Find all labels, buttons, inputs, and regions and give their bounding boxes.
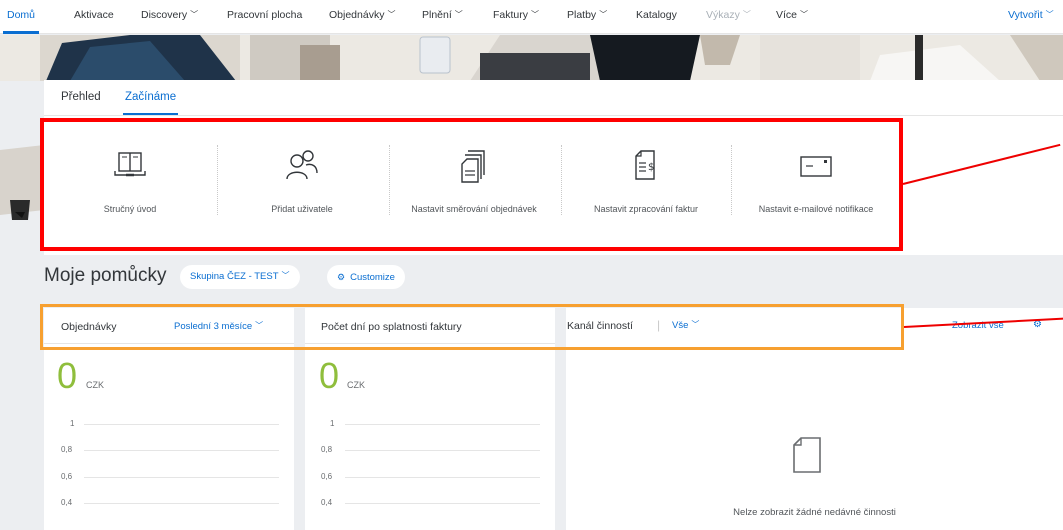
nav-item-more[interactable]: Více ﹀ bbox=[776, 0, 808, 34]
my-tools-title: Moje pomůcky bbox=[44, 265, 167, 286]
nav-label: Katalogy bbox=[636, 9, 677, 21]
create-menu[interactable]: Vytvořit ﹀ bbox=[1008, 0, 1054, 34]
chevron-down-icon: ﹀ bbox=[800, 10, 809, 19]
axis-tick: 1 bbox=[330, 419, 335, 428]
nav-item-catalogs[interactable]: Katalogy bbox=[636, 0, 677, 34]
nav-item-reports: Výkazy ﹀ bbox=[706, 0, 751, 34]
nav-item-home[interactable]: Domů bbox=[2, 0, 40, 34]
nav-label: Plnění bbox=[422, 9, 452, 21]
chevron-down-icon: ﹀ bbox=[599, 10, 608, 19]
gridline bbox=[345, 503, 540, 504]
gridline bbox=[84, 450, 279, 451]
gridline bbox=[84, 477, 279, 478]
chevron-down-icon: ﹀ bbox=[190, 10, 199, 19]
nav-item-workspace[interactable]: Pracovní plocha bbox=[227, 0, 302, 34]
tab-getting-started[interactable]: Začínáme bbox=[122, 91, 179, 115]
chevron-down-icon: ﹀ bbox=[1045, 10, 1054, 19]
nav-label: Více bbox=[776, 9, 798, 21]
hero-banner bbox=[0, 35, 1063, 81]
top-navigation: Domů Aktivace Discovery ﹀ Pracovní plocha… bbox=[0, 0, 1063, 34]
nav-label: Výkazy bbox=[706, 9, 740, 21]
orders-value: 0 bbox=[57, 355, 78, 396]
axis-tick: 0,6 bbox=[321, 472, 333, 481]
widgets-highlight-box bbox=[40, 304, 904, 350]
chevron-down-icon: ﹀ bbox=[281, 271, 290, 280]
overdue-value: 0 bbox=[319, 355, 340, 396]
empty-activity-message: Nelze zobrazit žádné nedávné činnosti bbox=[733, 507, 896, 518]
gridline bbox=[345, 477, 540, 478]
axis-tick: 1 bbox=[70, 419, 75, 428]
chevron-down-icon: ﹀ bbox=[531, 10, 540, 19]
group-selector-label: Skupina ČEZ - TEST bbox=[190, 271, 279, 282]
tiles-highlight-box bbox=[40, 118, 903, 251]
gridline bbox=[84, 424, 279, 425]
customize-label: Customize bbox=[350, 272, 395, 283]
create-label: Vytvořit bbox=[1008, 9, 1043, 21]
currency-label: CZK bbox=[347, 380, 365, 390]
axis-tick: 0,6 bbox=[61, 472, 73, 481]
tab-bar: Přehled Začínáme bbox=[44, 80, 1063, 116]
currency-label: CZK bbox=[86, 380, 104, 390]
chevron-down-icon: ﹀ bbox=[387, 10, 396, 19]
nav-item-discovery[interactable]: Discovery ﹀ bbox=[141, 0, 198, 34]
nav-label: Domů bbox=[7, 9, 36, 21]
nav-label: Pracovní plocha bbox=[227, 9, 303, 21]
axis-tick: 0,4 bbox=[321, 498, 333, 507]
gridline bbox=[345, 450, 540, 451]
background-decoration bbox=[0, 140, 44, 220]
nav-label: Objednávky bbox=[329, 9, 385, 21]
nav-label: Aktivace bbox=[74, 9, 114, 21]
nav-label: Platby bbox=[567, 9, 597, 21]
nav-item-payments[interactable]: Platby ﹀ bbox=[567, 0, 607, 34]
axis-tick: 0,8 bbox=[61, 445, 73, 454]
nav-item-fulfillment[interactable]: Plnění ﹀ bbox=[422, 0, 463, 34]
nav-item-invoices[interactable]: Faktury ﹀ bbox=[493, 0, 539, 34]
tab-overview[interactable]: Přehled bbox=[61, 91, 101, 103]
chevron-down-icon: ﹀ bbox=[742, 10, 751, 19]
nav-label: Faktury bbox=[493, 9, 529, 21]
nav-item-orders[interactable]: Objednávky ﹀ bbox=[329, 0, 395, 34]
group-selector[interactable]: Skupina ČEZ - TEST ﹀ bbox=[180, 265, 300, 289]
axis-tick: 0,8 bbox=[321, 445, 333, 454]
hero-banner-image bbox=[0, 35, 1063, 81]
settings-sliders-icon: ⚙ bbox=[337, 272, 346, 282]
gridline bbox=[345, 424, 540, 425]
empty-document-icon bbox=[793, 437, 821, 473]
customize-button[interactable]: ⚙ Customize bbox=[327, 265, 405, 289]
nav-item-activation[interactable]: Aktivace bbox=[74, 0, 114, 34]
nav-label: Discovery bbox=[141, 9, 188, 21]
chevron-down-icon: ﹀ bbox=[454, 10, 463, 19]
axis-tick: 0,4 bbox=[61, 498, 73, 507]
gridline bbox=[84, 503, 279, 504]
